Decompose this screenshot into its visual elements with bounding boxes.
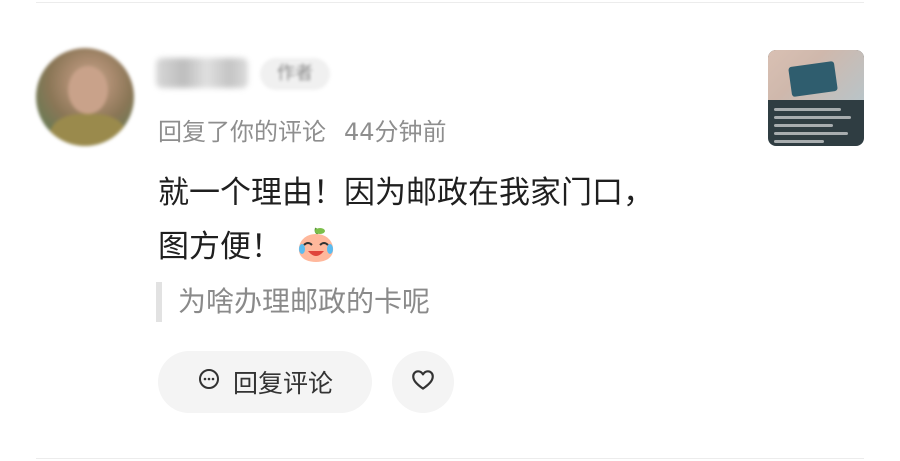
avatar-shoulder	[50, 114, 126, 146]
quoted-comment[interactable]: 为啥办理邮政的卡呢	[156, 282, 430, 322]
like-button[interactable]	[392, 351, 454, 413]
reply-comment-label: 回复评论	[232, 369, 333, 398]
avatar[interactable]	[36, 48, 134, 146]
top-divider	[36, 2, 864, 3]
comment-meta: 回复了你的评论 44分钟前	[158, 112, 447, 147]
reply-comment-button[interactable]: 回复评论	[158, 351, 372, 413]
avatar-face	[68, 66, 108, 114]
reply-action-text: 回复了你的评论	[158, 118, 326, 146]
author-badge: 作者	[260, 58, 330, 90]
bottom-divider	[36, 458, 864, 459]
comment-line-1: 就一个理由！因为邮政在我家门口，	[158, 175, 654, 211]
username[interactable]	[156, 58, 248, 88]
comment-line-2: 图方便！	[158, 220, 718, 274]
note-thumbnail[interactable]	[768, 50, 864, 146]
comment-bubble-icon	[197, 367, 221, 397]
comment-line-2-text: 图方便！	[158, 229, 282, 265]
thumbnail-text-lines	[774, 108, 858, 146]
heart-icon	[410, 367, 436, 397]
comment-text: 就一个理由！因为邮政在我家门口， 图方便！	[158, 166, 718, 274]
comment-time: 44分钟前	[344, 118, 447, 146]
thumbnail-bank-card	[788, 60, 838, 98]
crying-laughing-peach-emoji-icon	[296, 225, 336, 263]
